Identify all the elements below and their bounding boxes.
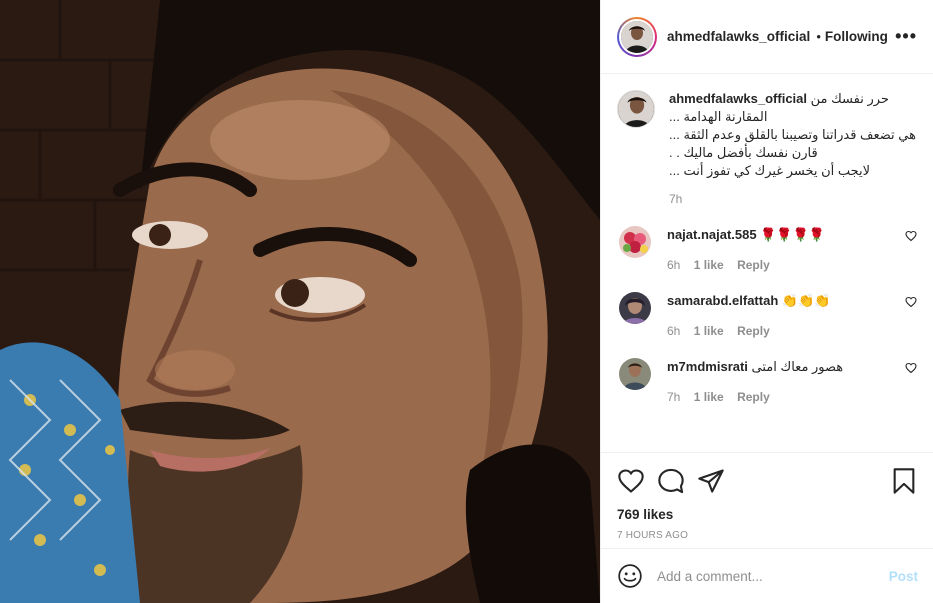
post-photo[interactable] (0, 0, 600, 603)
comment-input[interactable] (657, 568, 889, 584)
heart-icon[interactable] (617, 467, 645, 495)
caption-line: حرر نفسك من (810, 91, 889, 106)
caption-username[interactable]: ahmedfalawks_official (669, 91, 807, 106)
comment-meta: 6h 1 like Reply (667, 322, 830, 340)
separator-dot: • (816, 29, 821, 44)
reply-button[interactable]: Reply (737, 390, 770, 404)
comment-heart-icon[interactable] (905, 362, 917, 374)
comment-text: 👏👏👏 (781, 293, 831, 308)
post-side-panel: ahmedfalawks_official • Following ••• ah… (600, 0, 933, 603)
post-actions: 769 likes 7 HOURS AGO (601, 452, 933, 541)
emoji-icon[interactable] (617, 563, 643, 589)
comment-time[interactable]: 6h (667, 324, 680, 338)
comment-likes[interactable]: 1 like (694, 390, 724, 404)
caption-avatar[interactable] (617, 90, 655, 128)
comment-username[interactable]: najat.najat.585 (667, 227, 757, 242)
comment-item: samarabd.elfattah 👏👏👏 6h 1 like Reply (617, 292, 917, 340)
comment-avatar[interactable] (619, 226, 651, 258)
author-avatar-ring[interactable] (617, 16, 657, 57)
author-username[interactable]: ahmedfalawks_official (667, 29, 810, 44)
post-timestamp[interactable]: 7 HOURS AGO (617, 530, 918, 541)
comment-text: هصور معاك امتى (751, 359, 844, 374)
caption-body: ahmedfalawks_official حرر نفسك من المقار… (669, 90, 916, 208)
comment-avatar[interactable] (619, 358, 651, 390)
bookmark-icon[interactable] (890, 467, 918, 495)
comment-time[interactable]: 7h (667, 390, 680, 404)
comment-heart-icon[interactable] (905, 230, 917, 242)
comment-time[interactable]: 6h (667, 258, 680, 272)
caption: ahmedfalawks_official حرر نفسك من المقار… (617, 90, 917, 208)
portrait-image (0, 0, 600, 603)
comment-heart-icon[interactable] (905, 296, 917, 308)
comment-likes[interactable]: 1 like (694, 324, 724, 338)
author-avatar[interactable] (621, 20, 653, 53)
likes-count[interactable]: 769 likes (617, 507, 918, 522)
comment-avatar[interactable] (619, 292, 651, 324)
comment-username[interactable]: m7mdmisrati (667, 359, 748, 374)
post-comment-button[interactable]: Post (889, 569, 918, 584)
comment-likes[interactable]: 1 like (694, 258, 724, 272)
comment-body: samarabd.elfattah 👏👏👏 6h 1 like Reply (667, 292, 830, 340)
caption-time[interactable]: 7h (669, 190, 916, 208)
comment-icon[interactable] (657, 467, 685, 495)
post-header: ahmedfalawks_official • Following ••• (601, 0, 933, 74)
comment-body: najat.najat.585 🌹🌹🌹🌹 6h 1 like Reply (667, 226, 825, 274)
caption-line: لايجب أن يخسر غيرك كي تفوز أنت ... (669, 163, 871, 178)
reply-button[interactable]: Reply (737, 324, 770, 338)
comments-list[interactable]: ahmedfalawks_official حرر نفسك من المقار… (601, 74, 933, 452)
share-icon[interactable] (697, 467, 725, 495)
comment-item: najat.najat.585 🌹🌹🌹🌹 6h 1 like Reply (617, 226, 917, 274)
following-button[interactable]: Following (825, 29, 888, 44)
caption-line: المقارنة الهدامة ... (669, 109, 768, 124)
reply-button[interactable]: Reply (737, 258, 770, 272)
action-bar (617, 461, 918, 501)
caption-line: قارن نفسك بأفضل ماليك . . (669, 145, 818, 160)
comment-item: m7mdmisrati هصور معاك امتى 7h 1 like Rep… (617, 358, 917, 406)
caption-line: هي تضعف قدراتنا وتصيبنا بالقلق وعدم الثق… (669, 127, 916, 142)
comment-username[interactable]: samarabd.elfattah (667, 293, 778, 308)
comment-text: 🌹🌹🌹🌹 (760, 227, 825, 242)
comment-meta: 7h 1 like Reply (667, 388, 843, 406)
more-options-icon[interactable]: ••• (895, 26, 917, 47)
comment-body: m7mdmisrati هصور معاك امتى 7h 1 like Rep… (667, 358, 843, 406)
add-comment-bar: Post (601, 548, 933, 603)
comment-meta: 6h 1 like Reply (667, 256, 825, 274)
